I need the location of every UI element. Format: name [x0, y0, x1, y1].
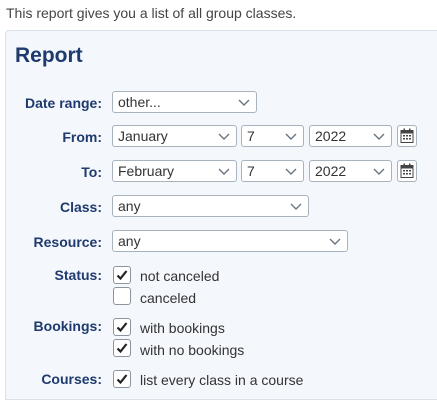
- from-month-select[interactable]: January: [112, 125, 237, 147]
- bookings-with-checkbox[interactable]: [113, 318, 131, 336]
- from-day-select[interactable]: 7: [241, 125, 304, 147]
- resource-select[interactable]: any: [112, 230, 348, 252]
- to-day-select[interactable]: 7: [241, 160, 304, 182]
- resource-label: Resource:: [33, 234, 102, 250]
- calendar-icon: [400, 128, 414, 143]
- chevron-down-icon: [290, 203, 302, 210]
- intro-text: This report gives you a list of all grou…: [6, 5, 297, 21]
- page-title: Report: [15, 44, 83, 67]
- checkmark-icon: [116, 270, 128, 281]
- bookings-without-checkbox[interactable]: [113, 339, 131, 357]
- chevron-down-icon: [373, 133, 385, 140]
- from-label: From:: [62, 129, 102, 145]
- from-year-select[interactable]: 2022: [309, 125, 392, 147]
- date-range-value: other...: [118, 94, 161, 110]
- bookings-label: Bookings:: [33, 318, 102, 334]
- checkmark-icon: [116, 322, 128, 333]
- status-not-canceled-label: not canceled: [140, 268, 220, 284]
- from-day-value: 7: [247, 128, 255, 144]
- chevron-down-icon: [285, 133, 297, 140]
- checkmark-icon: [116, 374, 128, 385]
- date-range-label: Date range:: [24, 95, 102, 111]
- bookings-with-label: with bookings: [140, 320, 225, 336]
- status-canceled-label: canceled: [140, 290, 197, 306]
- chevron-down-icon: [285, 168, 297, 175]
- status-canceled-checkbox[interactable]: [113, 287, 131, 305]
- calendar-icon: [400, 163, 414, 178]
- class-select[interactable]: any: [112, 195, 309, 217]
- courses-list-every-checkbox[interactable]: [113, 370, 131, 388]
- class-label: Class:: [59, 199, 102, 215]
- chevron-down-icon: [329, 238, 341, 245]
- checkmark-icon: [116, 343, 128, 354]
- courses-label: Courses:: [41, 371, 102, 387]
- from-month-value: January: [118, 128, 168, 144]
- to-calendar-button[interactable]: [397, 160, 417, 182]
- resource-value: any: [118, 233, 141, 249]
- courses-list-every-label: list every class in a course: [140, 372, 304, 388]
- bookings-without-label: with no bookings: [140, 342, 245, 358]
- chevron-down-icon: [218, 168, 230, 175]
- chevron-down-icon: [373, 168, 385, 175]
- to-day-value: 7: [247, 163, 255, 179]
- to-year-select[interactable]: 2022: [309, 160, 392, 182]
- to-month-select[interactable]: February: [112, 160, 237, 182]
- chevron-down-icon: [218, 133, 230, 140]
- from-year-value: 2022: [315, 128, 347, 144]
- class-value: any: [118, 198, 141, 214]
- status-label: Status:: [54, 267, 102, 283]
- to-label: To:: [81, 164, 102, 180]
- status-not-canceled-checkbox[interactable]: [113, 266, 131, 284]
- chevron-down-icon: [238, 99, 250, 106]
- from-calendar-button[interactable]: [397, 125, 417, 147]
- to-year-value: 2022: [315, 163, 347, 179]
- to-month-value: February: [118, 163, 175, 179]
- date-range-select[interactable]: other...: [112, 91, 257, 113]
